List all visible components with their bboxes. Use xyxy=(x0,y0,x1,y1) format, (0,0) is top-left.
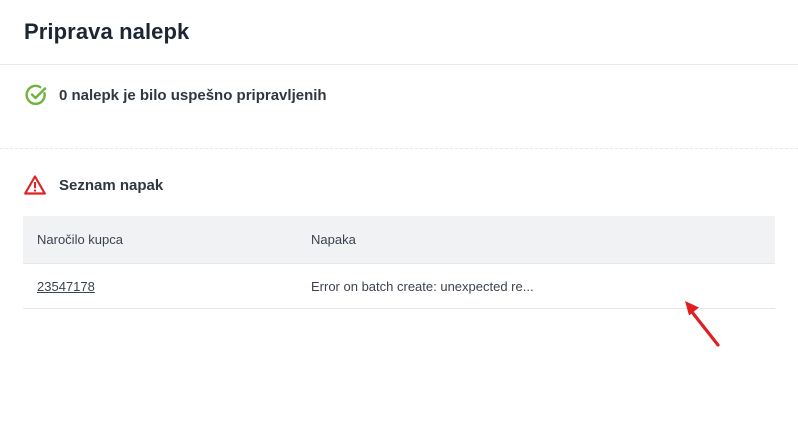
modal-header: Priprava nalepk xyxy=(0,0,798,65)
column-header-order: Naročilo kupca xyxy=(37,232,123,247)
error-cell: Error on batch create: unexpected re... xyxy=(311,278,534,294)
errors-table: Naročilo kupca Napaka 23547178 Error on … xyxy=(23,216,775,309)
errors-section-header: Seznam napak xyxy=(24,175,163,195)
errors-title: Seznam napak xyxy=(59,176,164,194)
section-divider xyxy=(0,148,798,149)
table-row: 23547178 Error on batch create: unexpect… xyxy=(23,264,775,309)
warning-triangle-icon xyxy=(24,175,46,195)
success-message: 0 nalepk je bilo uspešno pripravljenih xyxy=(59,86,327,104)
order-link[interactable]: 23547178 xyxy=(37,279,95,294)
red-arrow-annotation xyxy=(680,296,724,350)
modal-title: Priprava nalepk xyxy=(24,19,190,44)
print-labels-modal: Priprava nalepk 0 nalepk je bilo uspešno… xyxy=(0,0,798,428)
success-summary: 0 nalepk je bilo uspešno pripravljenih xyxy=(24,83,327,107)
column-header-error: Napaka xyxy=(311,232,356,247)
table-header: Naročilo kupca Napaka xyxy=(23,216,775,264)
check-circle-icon xyxy=(24,83,48,107)
order-cell: 23547178 xyxy=(23,279,311,294)
